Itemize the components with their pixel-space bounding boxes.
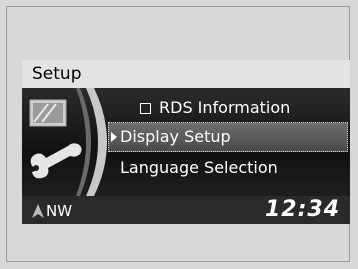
menu-item-language-selection[interactable]: Language Selection — [120, 154, 342, 182]
menu-panel: RDS Information Display Setup Language S… — [22, 88, 350, 196]
compass-arrow-icon — [32, 204, 44, 218]
status-bar: NW 12:34 — [22, 196, 350, 224]
menu-item-display-setup[interactable]: Display Setup — [108, 122, 348, 152]
compass-indicator: NW — [32, 202, 72, 220]
page-title: Setup — [22, 60, 350, 88]
display-screen: Setup RDS Information Display Setup Lang… — [22, 60, 350, 224]
setup-wrench-icon — [22, 88, 114, 196]
checkbox[interactable] — [140, 103, 151, 114]
menu-item-rds-information[interactable]: RDS Information — [120, 94, 342, 122]
clock: 12:34 — [264, 197, 340, 222]
selection-arrow-icon — [111, 132, 117, 142]
compass-heading: NW — [46, 202, 73, 220]
